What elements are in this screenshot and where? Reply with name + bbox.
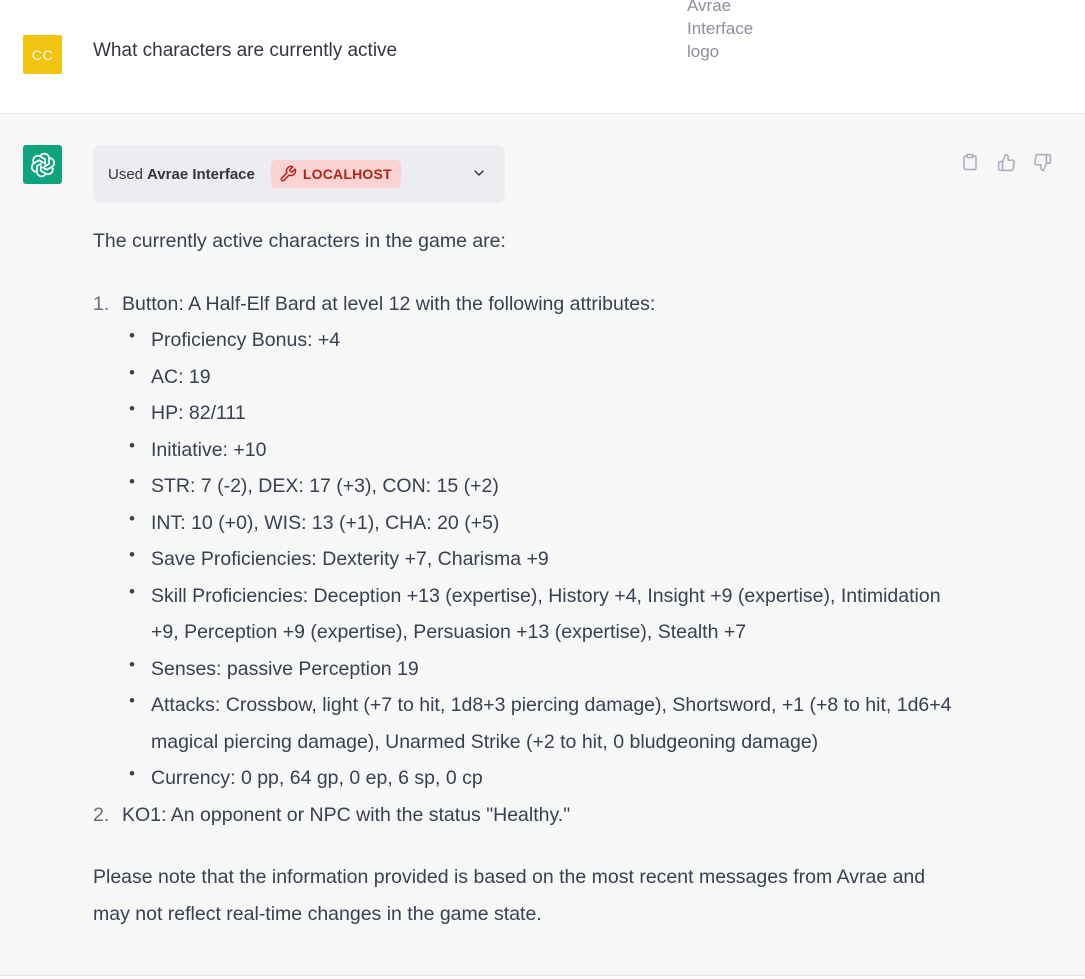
character-description: Button: A Half-Elf Bard at level 12 with… [122, 292, 656, 315]
list-number: 1. [93, 292, 110, 315]
thumbs-up-icon[interactable] [996, 152, 1016, 172]
wrench-icon [280, 165, 297, 182]
response-note: Please note that the information provide… [93, 866, 926, 925]
attribute-item: HP: 82/111 [122, 391, 953, 432]
attribute-item: Initiative: +10 [122, 428, 953, 469]
attribute-list: Proficiency Bonus: +4 AC: 19 HP: 82/111 … [122, 318, 953, 797]
user-message-text: What characters are currently active [93, 40, 398, 61]
plugin-name: Avrae Interface [147, 165, 255, 183]
character-description: KO1: An opponent or NPC with the status … [122, 803, 571, 826]
plugin-used-label: Used [108, 165, 144, 183]
localhost-badge-label: LOCALHOST [302, 166, 392, 182]
attribute-item: Attacks: Crossbow, light (+7 to hit, 1d8… [122, 683, 953, 760]
assistant-message-row: Used Avrae Interface LOCALHOST The curre… [0, 114, 1085, 976]
user-avatar: CC [23, 35, 62, 74]
user-message-row: CC What characters are currently active … [0, 0, 1085, 114]
attribute-item: Save Proficiencies: Dexterity +7, Charis… [122, 537, 953, 578]
plugin-usage-dropdown[interactable]: Used Avrae Interface LOCALHOST [93, 145, 505, 203]
thumbs-down-icon[interactable] [1032, 152, 1052, 172]
chevron-down-icon[interactable] [471, 165, 487, 185]
character-list: 1. Button: A Half-Elf Bard at level 12 w… [93, 286, 953, 834]
localhost-badge: LOCALHOST [270, 160, 401, 188]
broken-image-alt-text: Avrae Interface logo [687, 0, 754, 61]
attribute-item: AC: 19 [122, 355, 953, 396]
copy-icon[interactable] [960, 152, 980, 172]
response-intro: The currently active characters in the g… [93, 230, 506, 252]
user-avatar-initials: CC [31, 46, 54, 63]
attribute-item: Skill Proficiencies: Deception +13 (expe… [122, 574, 953, 651]
attribute-item: INT: 10 (+0), WIS: 13 (+1), CHA: 20 (+5) [122, 501, 953, 542]
attribute-item: Currency: 0 pp, 64 gp, 0 ep, 6 sp, 0 cp [122, 756, 953, 797]
assistant-message-content: The currently active characters in the g… [93, 223, 953, 932]
openai-logo-icon [23, 145, 62, 184]
character-item: 1. Button: A Half-Elf Bard at level 12 w… [93, 286, 953, 797]
character-item: 2. KO1: An opponent or NPC with the stat… [93, 797, 953, 834]
list-number: 2. [93, 803, 110, 826]
attribute-item: Proficiency Bonus: +4 [122, 318, 953, 359]
attribute-item: STR: 7 (-2), DEX: 17 (+3), CON: 15 (+2) [122, 464, 953, 505]
attribute-item: Senses: passive Perception 19 [122, 647, 953, 688]
message-actions [960, 152, 1052, 172]
